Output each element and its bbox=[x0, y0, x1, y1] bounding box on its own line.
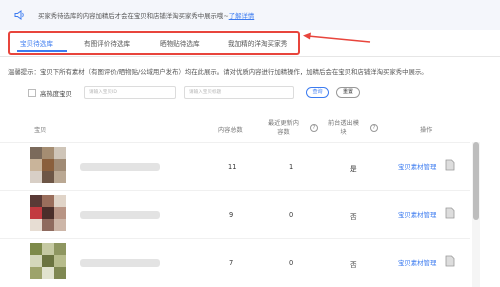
table-row: 7 0 否 宝贝素材管理 bbox=[0, 238, 470, 284]
content-total: 7 bbox=[229, 259, 234, 267]
header-recent-line2: 容数 bbox=[277, 129, 290, 136]
search-button[interactable]: 查询 bbox=[306, 87, 329, 98]
tab-photo-review-pool[interactable]: 有图评价待选库 bbox=[84, 38, 130, 48]
table-row: 11 1 是 宝贝素材管理 bbox=[0, 142, 470, 188]
document-icon[interactable] bbox=[445, 207, 455, 219]
item-material-manage-link[interactable]: 宝贝素材管理 bbox=[398, 210, 436, 219]
scrollbar-thumb[interactable] bbox=[473, 142, 479, 220]
front-module: 否 bbox=[350, 213, 357, 221]
front-module: 否 bbox=[350, 261, 357, 269]
filter-bar: 高热度宝贝 查询 重置 bbox=[0, 84, 500, 104]
header-recent: 最近更新内 容数 bbox=[268, 118, 299, 136]
recent-help-icon[interactable]: ? bbox=[310, 124, 318, 132]
document-icon[interactable] bbox=[445, 159, 455, 171]
annotation-arrow-icon bbox=[303, 32, 371, 43]
front-module: 是 bbox=[350, 165, 357, 173]
speaker-icon bbox=[14, 10, 24, 20]
content-total: 11 bbox=[228, 163, 237, 171]
tab-item-pool[interactable]: 宝贝待选库 bbox=[20, 38, 53, 48]
product-title-blurred bbox=[80, 163, 160, 171]
header-front: 前台透出模 块 bbox=[328, 118, 359, 136]
tabs-divider bbox=[0, 56, 500, 57]
hot-item-label: 高热度宝贝 bbox=[40, 90, 72, 98]
reset-button[interactable]: 重置 bbox=[336, 87, 360, 98]
item-id-input[interactable] bbox=[84, 86, 176, 99]
document-icon[interactable] bbox=[445, 255, 455, 267]
notice-bar: 买家秀待选库的内容加精后才会在宝贝和店铺洋淘买家秀中展示哦~了解详情 bbox=[0, 0, 500, 30]
header-front-line2: 块 bbox=[340, 129, 347, 136]
product-thumbnail bbox=[30, 243, 66, 279]
table-header: 宝贝 内容总数 最近更新内 容数 ? 前台透出模 块 ? 操作 bbox=[0, 116, 470, 142]
notice-message: 买家秀待选库的内容加精后才会在宝贝和店铺洋淘买家秀中展示哦~ bbox=[38, 12, 229, 20]
tab-bar: 宝贝待选库 有图评价待选库 晒物贴待选库 我加精的洋淘买家秀 bbox=[8, 31, 300, 55]
front-help-icon[interactable]: ? bbox=[370, 124, 378, 132]
recent-updates: 0 bbox=[289, 259, 294, 267]
recent-updates: 1 bbox=[289, 163, 294, 171]
item-material-manage-link[interactable]: 宝贝素材管理 bbox=[398, 162, 436, 171]
header-recent-line1: 最近更新内 bbox=[268, 120, 299, 127]
active-tab-indicator bbox=[17, 50, 67, 52]
content-total: 9 bbox=[229, 211, 234, 219]
learn-more-link[interactable]: 了解详情 bbox=[229, 12, 255, 20]
product-title-blurred bbox=[80, 259, 160, 267]
product-thumbnail bbox=[30, 147, 66, 183]
tip-text: 温馨提示：宝贝下所有素材（有图评价/晒物贴/公域用户发布）均在此展示。请对优质内… bbox=[8, 68, 428, 76]
product-thumbnail bbox=[30, 195, 66, 231]
table-scrollbar[interactable] bbox=[472, 142, 480, 287]
product-title-blurred bbox=[80, 211, 160, 219]
notice-text: 买家秀待选库的内容加精后才会在宝贝和店铺洋淘买家秀中展示哦~了解详情 bbox=[38, 11, 254, 20]
item-title-input[interactable] bbox=[184, 86, 294, 99]
header-front-line1: 前台透出模 bbox=[328, 120, 359, 127]
table-row: 9 0 否 宝贝素材管理 bbox=[0, 190, 470, 236]
tab-my-featured[interactable]: 我加精的洋淘买家秀 bbox=[228, 38, 287, 48]
recent-updates: 0 bbox=[289, 211, 294, 219]
header-item: 宝贝 bbox=[34, 127, 47, 134]
header-ops: 操作 bbox=[420, 127, 433, 134]
item-material-manage-link[interactable]: 宝贝素材管理 bbox=[398, 258, 436, 267]
tab-show-post-pool[interactable]: 晒物贴待选库 bbox=[160, 38, 200, 48]
header-total: 内容总数 bbox=[218, 127, 243, 134]
hot-item-checkbox[interactable] bbox=[28, 89, 36, 97]
